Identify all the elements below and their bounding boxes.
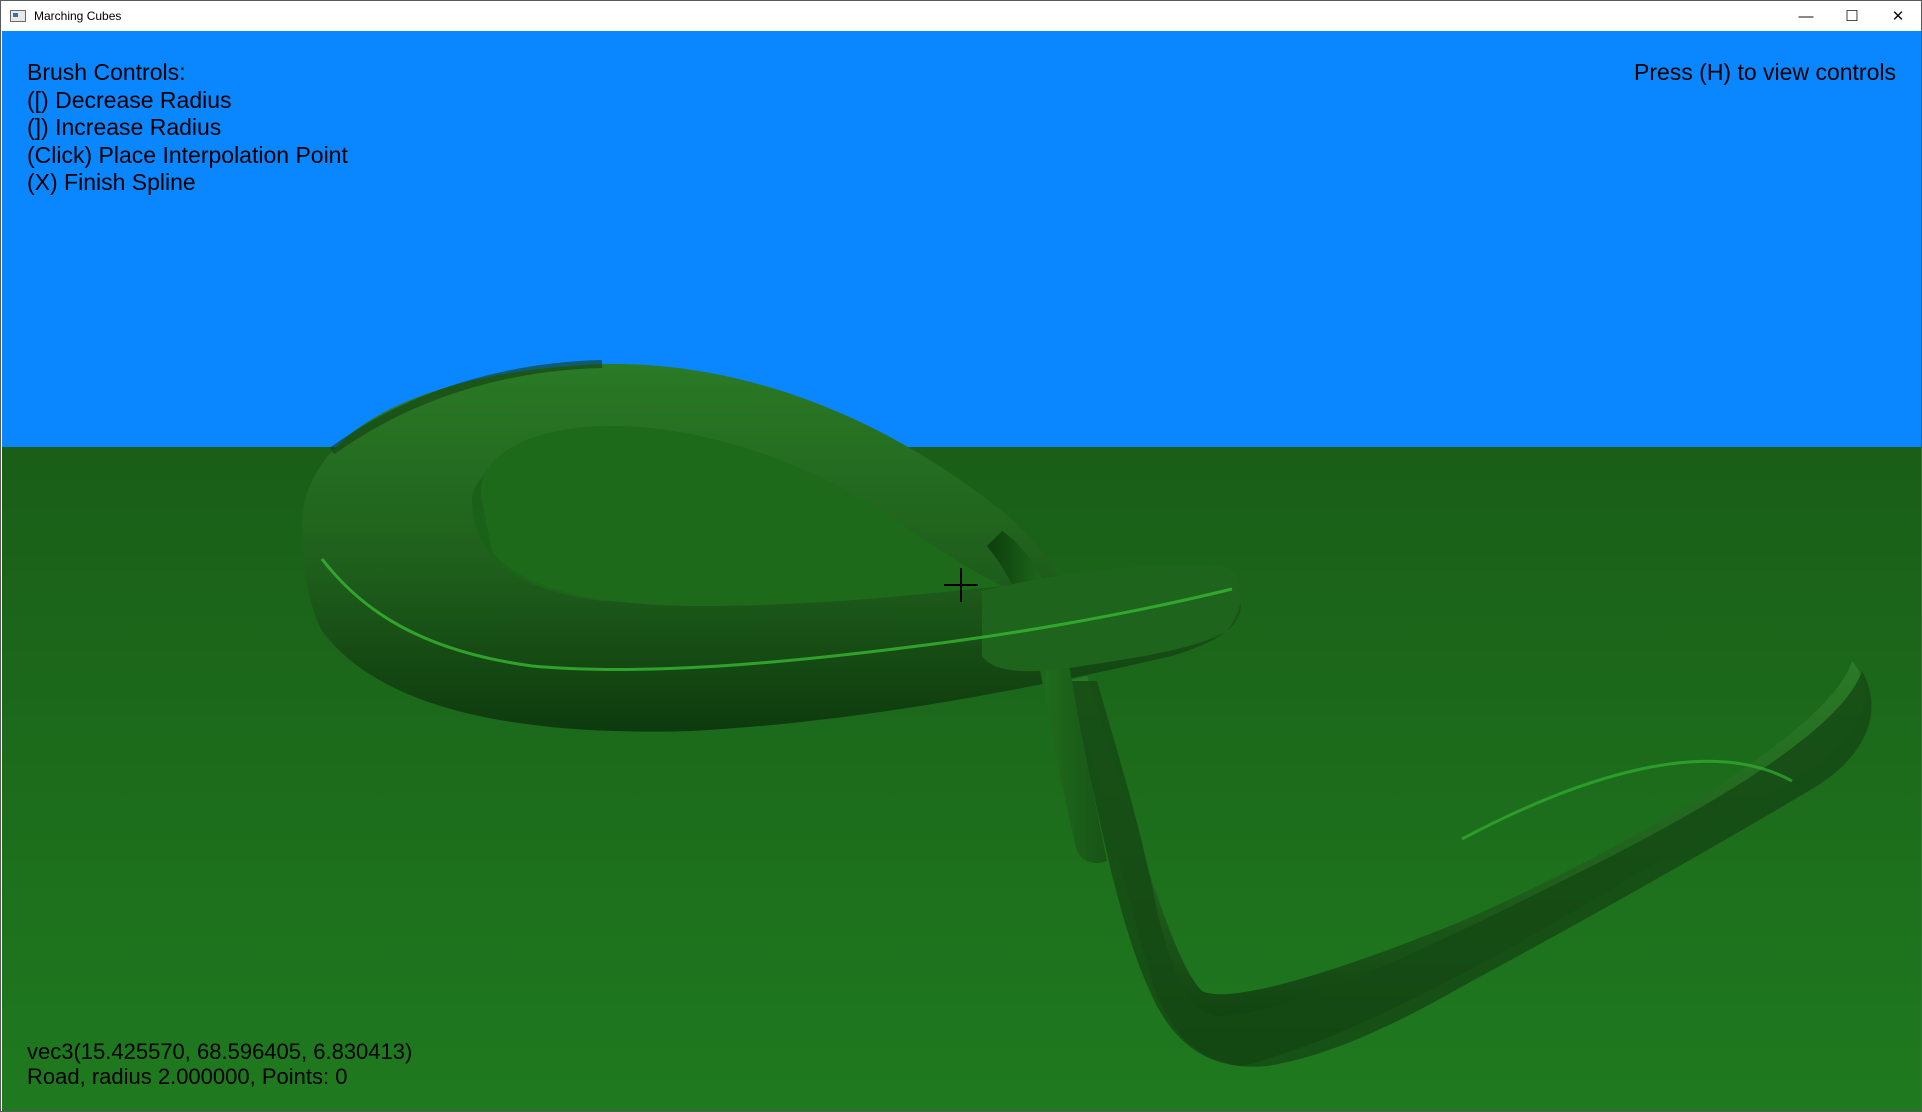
- close-icon: ✕: [1891, 8, 1905, 25]
- close-button[interactable]: ✕: [1875, 1, 1921, 31]
- increase-radius-hint: (]) Increase Radius: [27, 114, 222, 140]
- status-readout-panel: vec3(15.425570, 68.596405, 6.830413) Roa…: [27, 1039, 412, 1089]
- title-bar[interactable]: Marching Cubes — ☐ ✕: [1, 1, 1921, 31]
- window-title: Marching Cubes: [34, 9, 122, 23]
- place-point-hint: (Click) Place Interpolation Point: [27, 141, 348, 168]
- render-viewport[interactable]: Brush Controls: ([) Decrease Radius (]) …: [2, 31, 1921, 1111]
- help-hint: Press (H) to view controls: [1633, 59, 1896, 85]
- brush-controls-heading: Brush Controls:: [27, 59, 186, 85]
- maximize-icon: ☐: [1845, 8, 1859, 25]
- position-readout: vec3(15.425570, 68.596405, 6.830413): [27, 1039, 413, 1064]
- crosshair-icon: [944, 568, 978, 602]
- window-controls: — ☐ ✕: [1783, 1, 1921, 31]
- minimize-button[interactable]: —: [1783, 1, 1829, 31]
- finish-spline-hint: (X) Finish Spline: [27, 169, 196, 195]
- decrease-radius-hint: ([) Decrease Radius: [27, 86, 232, 113]
- maximize-button[interactable]: ☐: [1829, 1, 1875, 31]
- app-window: Marching Cubes — ☐ ✕ Brush Controls: ([)…: [0, 0, 1922, 1112]
- brush-controls-panel: Brush Controls: ([) Decrease Radius (]) …: [27, 59, 348, 197]
- status-readout: Road, radius 2.000000, Points: 0: [27, 1064, 348, 1089]
- minimize-icon: —: [1798, 7, 1814, 25]
- app-icon: [10, 10, 26, 22]
